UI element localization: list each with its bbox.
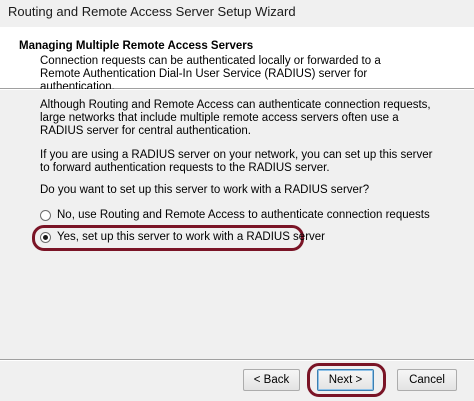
option-yes-radius[interactable]: Yes, set up this server to work with a R… — [40, 231, 325, 243]
cancel-button[interactable]: Cancel — [397, 369, 457, 391]
back-button[interactable]: < Back — [243, 369, 300, 391]
intro-text: Although Routing and Remote Access can a… — [40, 99, 431, 137]
option-no-radius-label: No, use Routing and Remote Access to aut… — [57, 209, 430, 221]
window-title: Routing and Remote Access Server Setup W… — [8, 4, 296, 19]
option-yes-radius-label: Yes, set up this server to work with a R… — [57, 231, 326, 243]
question-text: Do you want to set up this server to wor… — [40, 184, 370, 196]
radio-button[interactable] — [40, 231, 51, 243]
footer-divider — [0, 359, 474, 361]
option-no-radius[interactable]: No, use Routing and Remote Access to aut… — [40, 209, 430, 221]
next-button[interactable]: Next > — [317, 369, 374, 391]
wizard-header: Managing Multiple Remote Access Servers … — [0, 27, 474, 93]
radio-button[interactable] — [40, 209, 51, 221]
page-title: Managing Multiple Remote Access Servers — [19, 40, 254, 52]
radius-info-text: If you are using a RADIUS server on your… — [40, 149, 433, 174]
